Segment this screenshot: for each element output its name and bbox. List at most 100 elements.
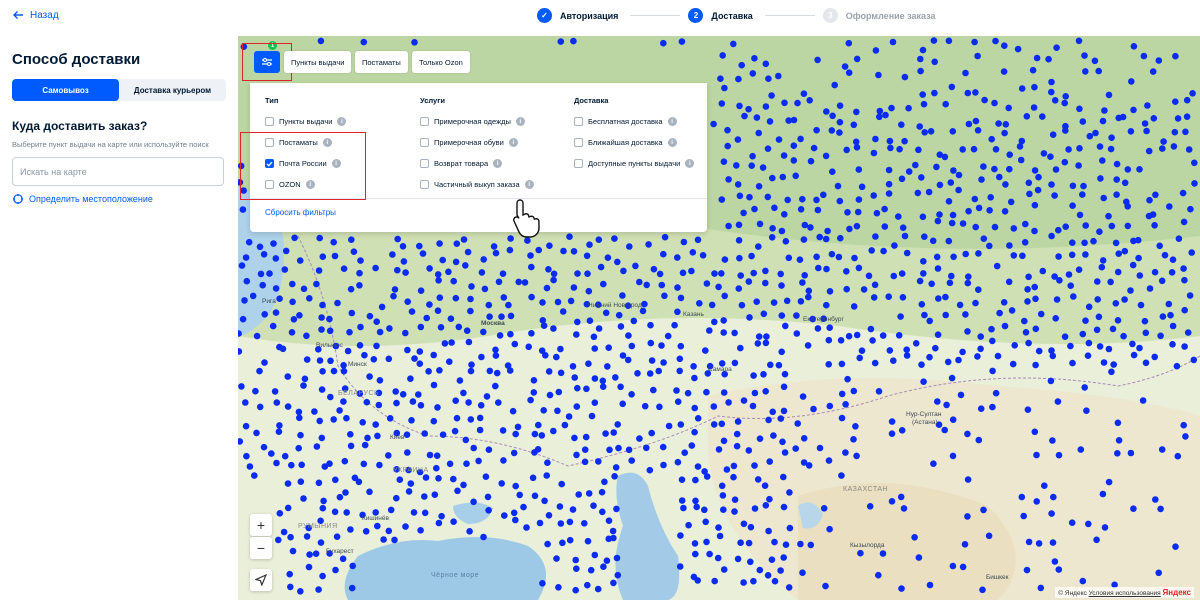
pickup-point-marker[interactable] xyxy=(911,534,918,541)
pickup-point-marker[interactable] xyxy=(766,118,774,125)
pickup-point-marker[interactable] xyxy=(1130,43,1138,50)
pickup-point-marker[interactable] xyxy=(753,298,760,306)
pickup-point-marker[interactable] xyxy=(900,505,908,512)
pickup-point-marker[interactable] xyxy=(370,356,378,363)
pickup-point-marker[interactable] xyxy=(421,493,428,500)
pickup-point-marker[interactable] xyxy=(853,452,860,460)
pickup-point-marker[interactable] xyxy=(402,523,409,530)
pickup-point-marker[interactable] xyxy=(1081,384,1088,391)
pickup-point-marker[interactable] xyxy=(1121,179,1129,187)
info-icon[interactable]: i xyxy=(685,159,695,168)
pickup-point-marker[interactable] xyxy=(825,336,833,344)
pickup-point-marker[interactable] xyxy=(566,233,573,240)
pickup-point-marker[interactable] xyxy=(711,318,718,326)
pickup-point-marker[interactable] xyxy=(826,324,833,332)
pickup-point-marker[interactable] xyxy=(253,429,260,437)
pickup-point-marker[interactable] xyxy=(745,447,753,454)
pickup-point-marker[interactable] xyxy=(238,383,245,390)
pickup-point-marker[interactable] xyxy=(881,223,889,230)
pickup-point-marker[interactable] xyxy=(366,312,374,320)
pickup-point-marker[interactable] xyxy=(781,449,789,456)
pickup-point-marker[interactable] xyxy=(701,506,708,514)
pickup-point-marker[interactable] xyxy=(785,254,793,262)
pickup-point-marker[interactable] xyxy=(581,446,589,454)
pickup-point-marker[interactable] xyxy=(1141,120,1149,127)
pickup-point-marker[interactable] xyxy=(1128,78,1135,85)
pickup-point-marker[interactable] xyxy=(1112,239,1120,247)
pickup-point-marker[interactable] xyxy=(399,391,407,398)
pickup-point-marker[interactable] xyxy=(1048,232,1055,240)
pickup-point-marker[interactable] xyxy=(601,478,608,486)
pickup-point-marker[interactable] xyxy=(1107,278,1114,286)
pickup-point-marker[interactable] xyxy=(921,129,928,136)
pickup-point-marker[interactable] xyxy=(764,572,772,579)
pickup-point-marker[interactable] xyxy=(600,280,607,288)
pickup-point-marker[interactable] xyxy=(528,263,535,271)
pickup-point-marker[interactable] xyxy=(775,72,782,80)
pickup-point-marker[interactable] xyxy=(330,238,337,246)
pickup-point-marker[interactable] xyxy=(1136,166,1143,173)
pickup-point-marker[interactable] xyxy=(975,286,982,293)
pickup-point-marker[interactable] xyxy=(753,114,761,121)
info-icon[interactable]: i xyxy=(508,138,518,147)
pickup-point-marker[interactable] xyxy=(880,247,887,255)
pickup-point-marker[interactable] xyxy=(919,46,927,54)
pickup-point-marker[interactable] xyxy=(598,488,606,496)
pickup-point-marker[interactable] xyxy=(677,342,685,350)
pickup-point-marker[interactable] xyxy=(1011,342,1018,349)
pickup-point-marker[interactable] xyxy=(760,371,767,378)
pickup-point-marker[interactable] xyxy=(409,398,417,405)
pickup-point-marker[interactable] xyxy=(925,188,933,196)
pickup-point-marker[interactable] xyxy=(546,242,553,249)
pickup-point-marker[interactable] xyxy=(886,137,894,145)
pickup-point-marker[interactable] xyxy=(272,309,280,316)
pickup-point-marker[interactable] xyxy=(636,435,643,442)
pickup-point-marker[interactable] xyxy=(315,479,323,487)
pickup-point-marker[interactable] xyxy=(1170,143,1178,150)
pickup-point-marker[interactable] xyxy=(764,145,772,152)
pickup-point-marker[interactable] xyxy=(364,434,371,442)
pickup-point-marker[interactable] xyxy=(873,209,881,217)
pickup-point-marker[interactable] xyxy=(246,463,254,470)
pickup-point-marker[interactable] xyxy=(373,342,380,350)
pickup-point-marker[interactable] xyxy=(276,295,283,303)
pickup-point-marker[interactable] xyxy=(556,503,564,510)
pickup-point-marker[interactable] xyxy=(446,460,454,468)
pickup-point-marker[interactable] xyxy=(600,563,607,570)
pickup-point-marker[interactable] xyxy=(298,461,305,469)
pickup-point-marker[interactable] xyxy=(678,38,686,45)
pickup-point-marker[interactable] xyxy=(736,254,743,262)
pickup-point-marker[interactable] xyxy=(674,398,682,406)
pickup-point-marker[interactable] xyxy=(1158,446,1166,453)
pickup-point-marker[interactable] xyxy=(1032,295,1039,303)
pickup-point-marker[interactable] xyxy=(1031,283,1038,291)
pickup-point-marker[interactable] xyxy=(660,461,667,469)
pickup-point-marker[interactable] xyxy=(614,571,622,579)
pickup-point-marker[interactable] xyxy=(1130,106,1137,114)
pickup-point-marker[interactable] xyxy=(735,237,743,244)
pickup-point-marker[interactable] xyxy=(583,385,590,393)
pickup-point-marker[interactable] xyxy=(241,297,248,304)
pickup-point-marker[interactable] xyxy=(1174,115,1182,122)
pickup-point-marker[interactable] xyxy=(545,266,552,273)
pickup-point-marker[interactable] xyxy=(768,234,776,241)
pickup-point-marker[interactable] xyxy=(331,252,339,260)
pickup-point-marker[interactable] xyxy=(876,107,884,115)
pickup-point-marker[interactable] xyxy=(303,356,311,363)
pickup-point-marker[interactable] xyxy=(694,463,702,470)
pickup-point-marker[interactable] xyxy=(435,475,442,482)
pickup-point-marker[interactable] xyxy=(613,505,620,513)
pickup-point-marker[interactable] xyxy=(781,99,788,107)
pickup-point-marker[interactable] xyxy=(780,152,788,159)
pickup-point-marker[interactable] xyxy=(1068,519,1076,526)
pickup-point-marker[interactable] xyxy=(515,278,522,286)
pickup-point-marker[interactable] xyxy=(685,521,692,529)
pickup-point-marker[interactable] xyxy=(557,520,565,527)
pickup-point-marker[interactable] xyxy=(930,460,937,468)
pickup-point-marker[interactable] xyxy=(799,393,807,400)
pickup-point-marker[interactable] xyxy=(1065,271,1073,278)
pickup-point-marker[interactable] xyxy=(1024,298,1031,305)
pickup-point-marker[interactable] xyxy=(641,402,649,410)
pickup-point-marker[interactable] xyxy=(500,457,507,464)
pickup-point-marker[interactable] xyxy=(845,39,853,47)
